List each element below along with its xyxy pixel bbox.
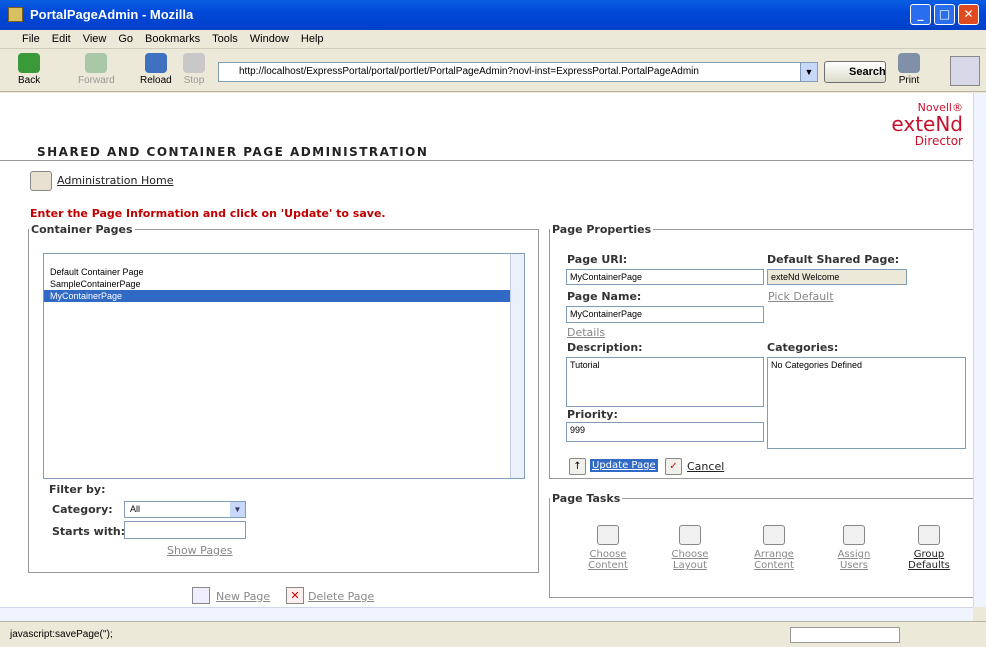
group-defaults-icon bbox=[918, 525, 940, 545]
default-shared-page-field: exteNd Welcome bbox=[767, 269, 907, 285]
delete-icon[interactable]: ✕ bbox=[286, 587, 304, 604]
brand-director: Director bbox=[914, 134, 963, 148]
forward-arrow-icon bbox=[85, 53, 108, 73]
brand-extend: exteNd bbox=[891, 112, 963, 136]
arrange-content-task: Arrange Content bbox=[748, 525, 800, 571]
page-uri-label: Page URI: bbox=[567, 253, 628, 266]
container-pages-legend: Container Pages bbox=[31, 223, 133, 236]
category-select-value: All bbox=[130, 504, 141, 514]
menu-file[interactable]: File bbox=[16, 30, 46, 45]
group-defaults-task[interactable]: Group Defaults bbox=[903, 525, 955, 571]
choose-content-task: Choose Content bbox=[582, 525, 634, 571]
page-name-input[interactable]: MyContainerPage bbox=[566, 306, 764, 323]
stop-icon bbox=[183, 53, 205, 73]
list-item-selected[interactable]: MyContainerPage bbox=[44, 290, 524, 302]
chevron-down-icon: ▼ bbox=[230, 502, 245, 517]
dropdown-arrow-icon[interactable]: ▼ bbox=[800, 63, 817, 81]
page-title: SHARED AND CONTAINER PAGE ADMINISTRATION bbox=[37, 145, 429, 159]
menu-view[interactable]: View bbox=[77, 30, 113, 45]
novell-logo: Novell® exteNd Director bbox=[891, 101, 963, 148]
page-tasks-legend: Page Tasks bbox=[552, 492, 621, 505]
pick-default-link[interactable]: Pick Default bbox=[768, 290, 834, 303]
menu-bookmarks[interactable]: Bookmarks bbox=[139, 30, 206, 45]
printer-icon bbox=[898, 53, 920, 73]
page-vertical-scrollbar[interactable] bbox=[973, 93, 986, 607]
page-uri-input[interactable]: MyContainerPage bbox=[566, 269, 764, 285]
status-text: javascript:savePage(''); bbox=[10, 629, 113, 640]
back-arrow-icon bbox=[18, 53, 41, 73]
category-label: Category: bbox=[52, 503, 113, 516]
status-bar: javascript:savePage(''); bbox=[0, 621, 986, 647]
admin-home-label[interactable]: Administration Home bbox=[57, 174, 173, 187]
delete-page-link[interactable]: Delete Page bbox=[308, 590, 374, 603]
admin-home-icon bbox=[30, 171, 52, 191]
details-link[interactable]: Details bbox=[567, 326, 605, 339]
default-shared-page-label: Default Shared Page: bbox=[767, 253, 900, 266]
new-page-link[interactable]: New Page bbox=[216, 590, 270, 603]
choose-layout-task: Choose Layout bbox=[664, 525, 716, 571]
description-label: Description: bbox=[567, 341, 643, 354]
maximize-button[interactable]: □ bbox=[934, 4, 955, 25]
menu-help[interactable]: Help bbox=[295, 30, 330, 45]
categories-label: Categories: bbox=[767, 341, 839, 354]
progress-box bbox=[790, 627, 900, 643]
back-button[interactable]: Back bbox=[18, 53, 40, 86]
container-pages-list[interactable]: Default Container Page SampleContainerPa… bbox=[43, 253, 525, 479]
assign-users-task: Assign Users bbox=[828, 525, 880, 571]
page-properties-legend: Page Properties bbox=[552, 223, 652, 236]
list-scrollbar[interactable] bbox=[510, 254, 524, 478]
address-bar[interactable]: http://localhost/ExpressPortal/portal/po… bbox=[218, 62, 818, 82]
url-text: http://localhost/ExpressPortal/portal/po… bbox=[239, 66, 699, 77]
starts-with-input[interactable] bbox=[124, 521, 246, 539]
search-button[interactable]: Search bbox=[824, 61, 886, 83]
cancel-link[interactable]: Cancel bbox=[687, 460, 724, 473]
instruction-text: Enter the Page Information and click on … bbox=[30, 207, 386, 220]
window-titlebar: PortalPageAdmin - Mozilla _ □ ✕ bbox=[0, 0, 986, 30]
stop-button[interactable]: Stop bbox=[183, 53, 205, 86]
list-item[interactable]: SampleContainerPage bbox=[44, 278, 524, 290]
admin-home-link[interactable]: Administration Home bbox=[30, 171, 173, 191]
arrange-content-icon bbox=[763, 525, 785, 545]
description-textarea[interactable]: Tutorial bbox=[566, 357, 764, 407]
menu-tools[interactable]: Tools bbox=[206, 30, 244, 45]
assign-users-icon bbox=[843, 525, 865, 545]
page-horizontal-scrollbar[interactable] bbox=[0, 607, 973, 621]
window-title: PortalPageAdmin - Mozilla bbox=[30, 7, 194, 22]
app-icon bbox=[8, 7, 23, 22]
update-arrow-icon[interactable]: ↑ bbox=[569, 458, 586, 475]
starts-with-label: Starts with: bbox=[52, 525, 126, 538]
choose-content-icon bbox=[597, 525, 619, 545]
menu-bar: File Edit View Go Bookmarks Tools Window Help bbox=[0, 30, 986, 49]
list-item[interactable]: Default Container Page bbox=[44, 266, 524, 278]
close-button[interactable]: ✕ bbox=[958, 4, 979, 25]
page-name-label: Page Name: bbox=[567, 290, 642, 303]
new-page-icon[interactable] bbox=[192, 587, 210, 604]
reload-button[interactable]: Reload bbox=[140, 53, 172, 86]
category-select[interactable]: All ▼ bbox=[124, 501, 246, 518]
print-button[interactable]: Print bbox=[898, 53, 920, 86]
menu-edit[interactable]: Edit bbox=[46, 30, 77, 45]
update-page-link[interactable]: Update Page bbox=[590, 459, 658, 472]
forward-button[interactable]: Forward bbox=[78, 53, 115, 86]
cancel-icon[interactable]: ✓ bbox=[665, 458, 682, 475]
filter-by-label: Filter by: bbox=[49, 483, 106, 496]
page-content: SHARED AND CONTAINER PAGE ADMINISTRATION… bbox=[0, 93, 973, 607]
reload-icon bbox=[144, 53, 167, 73]
menu-window[interactable]: Window bbox=[244, 30, 295, 45]
categories-list[interactable]: No Categories Defined bbox=[767, 357, 966, 449]
navigation-toolbar: Back Forward Reload Stop http://localhos… bbox=[0, 50, 986, 92]
priority-label: Priority: bbox=[567, 408, 618, 421]
minimize-button[interactable]: _ bbox=[910, 4, 931, 25]
throbber-icon bbox=[950, 56, 980, 86]
menu-go[interactable]: Go bbox=[112, 30, 139, 45]
choose-layout-icon bbox=[679, 525, 701, 545]
show-pages-link[interactable]: Show Pages bbox=[167, 544, 233, 557]
page-header: SHARED AND CONTAINER PAGE ADMINISTRATION… bbox=[0, 93, 973, 161]
priority-input[interactable]: 999 bbox=[566, 422, 764, 442]
status-icons bbox=[910, 628, 966, 642]
